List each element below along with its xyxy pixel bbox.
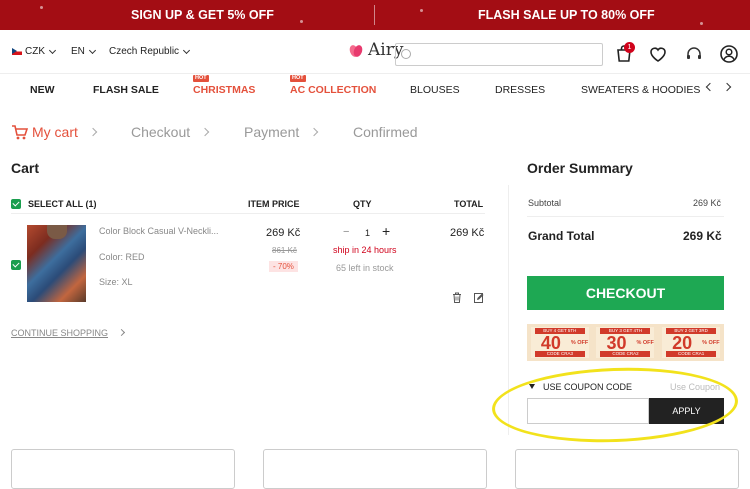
grand-total-label: Grand Total	[528, 229, 595, 243]
grand-total-value: 269 Kč	[683, 229, 722, 243]
language-selector[interactable]: EN	[71, 46, 96, 57]
col-qty: QTY	[353, 199, 372, 209]
coupon-card: BUY 3 GET 4TH 30 % OFF CODE CRA2	[596, 327, 655, 358]
col-item-price: ITEM PRICE	[248, 199, 300, 209]
snow-dot	[420, 9, 423, 12]
product-size: Size: XL	[99, 277, 133, 287]
hot-badge: HOT	[290, 75, 306, 82]
petal-logo-icon	[349, 45, 363, 57]
select-all-checkbox[interactable]	[11, 199, 21, 209]
edit-icon[interactable]	[474, 292, 484, 303]
nav-sweaters-hoodies[interactable]: SWEATERS & HOODIES	[581, 84, 700, 96]
snow-dot	[300, 20, 303, 23]
nav-label: FLASH SALE	[93, 84, 159, 96]
step-confirmed: Confirmed	[353, 124, 418, 140]
nav-label: BLOUSES	[410, 84, 460, 96]
coupon-code: CODE CRA1	[666, 351, 717, 357]
country-selector[interactable]: Czech Republic	[109, 46, 191, 57]
step-checkout: Checkout	[131, 124, 191, 140]
promo-signup[interactable]: SIGN UP & GET 5% OFF	[131, 8, 274, 22]
cart-step-icon	[12, 125, 28, 140]
snow-dot	[700, 22, 703, 25]
select-all-label[interactable]: SELECT ALL (1)	[28, 199, 97, 209]
subtotal-label: Subtotal	[528, 198, 562, 208]
continue-shopping-link[interactable]: CONTINUE SHOPPING	[11, 328, 108, 338]
hot-badge: HOT	[193, 75, 209, 82]
nav-dresses[interactable]: DRESSES	[495, 84, 545, 96]
qty-value[interactable]: 1	[365, 228, 370, 238]
item-total: 269 Kč	[450, 227, 485, 239]
language-label: EN	[71, 46, 85, 57]
step-payment: Payment	[244, 124, 300, 140]
nav-label: DRESSES	[495, 84, 546, 96]
headset-icon[interactable]	[684, 44, 704, 64]
cart-title: Cart	[11, 160, 40, 176]
user-icon[interactable]	[719, 44, 739, 64]
nav-new[interactable]: NEW	[30, 84, 55, 96]
chevron-down-icon	[48, 46, 57, 54]
step-my-cart: My cart	[32, 124, 78, 140]
coupon-card: BUY 2 GET 3RD 20 % OFF CODE CRA1	[662, 327, 721, 358]
trash-icon[interactable]	[452, 292, 462, 303]
coupon-off: % OFF	[570, 340, 589, 346]
nav-blouses[interactable]: BLOUSES	[410, 84, 460, 96]
nav-label: NEW	[30, 84, 55, 96]
search-input[interactable]	[395, 43, 603, 66]
qty-decrease-button[interactable]: −	[343, 226, 349, 238]
category-nav: NEW FLASH SALE HOT CHRISTMAS HOT AC COLL…	[0, 75, 750, 105]
promo-bar: SIGN UP & GET 5% OFF FLASH SALE UP TO 80…	[0, 0, 750, 30]
search-icon	[401, 49, 411, 59]
nav-flash-sale[interactable]: FLASH SALE	[93, 84, 159, 96]
summary-divider	[527, 216, 724, 217]
qty-increase-button[interactable]: +	[382, 223, 390, 239]
checkout-button[interactable]: CHECKOUT	[527, 276, 724, 310]
summary-title: Order Summary	[527, 160, 633, 176]
chevron-right-icon	[309, 127, 319, 137]
coupon-code: CODE CRA3	[534, 351, 585, 357]
subtotal-value: 269 Kč	[693, 198, 722, 208]
col-total: TOTAL	[454, 199, 484, 209]
coupon-code: CODE CRA2	[600, 351, 651, 357]
promo-flash-sale[interactable]: FLASH SALE UP TO 80% OFF	[478, 8, 655, 22]
product-name[interactable]: Color Block Casual V-Neckli...	[99, 226, 219, 236]
product-color: Color: RED	[99, 252, 145, 262]
header: CZK EN Czech Republic Airy 1	[0, 30, 750, 74]
coupon-promo-banner[interactable]: BUY 4 GET 5TH 40 % OFF CODE CRA3 BUY 3 G…	[527, 324, 724, 361]
nav-ac-collection[interactable]: HOT AC COLLECTION	[290, 75, 377, 96]
item-price: 269 Kč	[266, 227, 301, 239]
nav-christmas[interactable]: HOT CHRISTMAS	[193, 75, 256, 96]
nav-label: CHRISTMAS	[193, 84, 256, 96]
coupon-off: % OFF	[636, 340, 654, 346]
country-label: Czech Republic	[109, 46, 180, 57]
discount-badge: - 70%	[269, 261, 298, 272]
cart-count-badge: 1	[624, 42, 635, 53]
chevron-down-icon	[88, 46, 96, 54]
coupon-card: BUY 4 GET 5TH 40 % OFF CODE CRA3	[530, 327, 589, 358]
snow-dot	[40, 6, 43, 9]
nav-label: SWEATERS & HOODIES	[581, 84, 701, 96]
chevron-right-icon	[117, 328, 126, 337]
original-price: 861 Kč	[272, 246, 297, 255]
nav-label: AC COLLECTION	[290, 84, 377, 96]
currency-selector[interactable]: CZK	[12, 46, 57, 57]
coupon-off: % OFF	[702, 340, 720, 346]
ship-time: ship in 24 hours	[333, 245, 397, 255]
header-divider	[11, 213, 485, 214]
item-checkbox[interactable]	[11, 260, 21, 270]
highlight-ellipse	[490, 363, 740, 447]
chevron-right-icon	[88, 127, 98, 137]
chevron-right-icon	[200, 127, 210, 137]
chevron-down-icon	[183, 46, 191, 54]
bottom-card	[263, 449, 487, 489]
stock-left: 65 left in stock	[336, 263, 394, 273]
heart-icon[interactable]	[648, 44, 668, 64]
promo-divider	[374, 5, 375, 25]
currency-label: CZK	[25, 46, 45, 57]
product-image[interactable]	[27, 225, 86, 302]
bottom-card	[515, 449, 739, 489]
bottom-card	[11, 449, 235, 489]
czech-flag-icon	[12, 48, 22, 55]
